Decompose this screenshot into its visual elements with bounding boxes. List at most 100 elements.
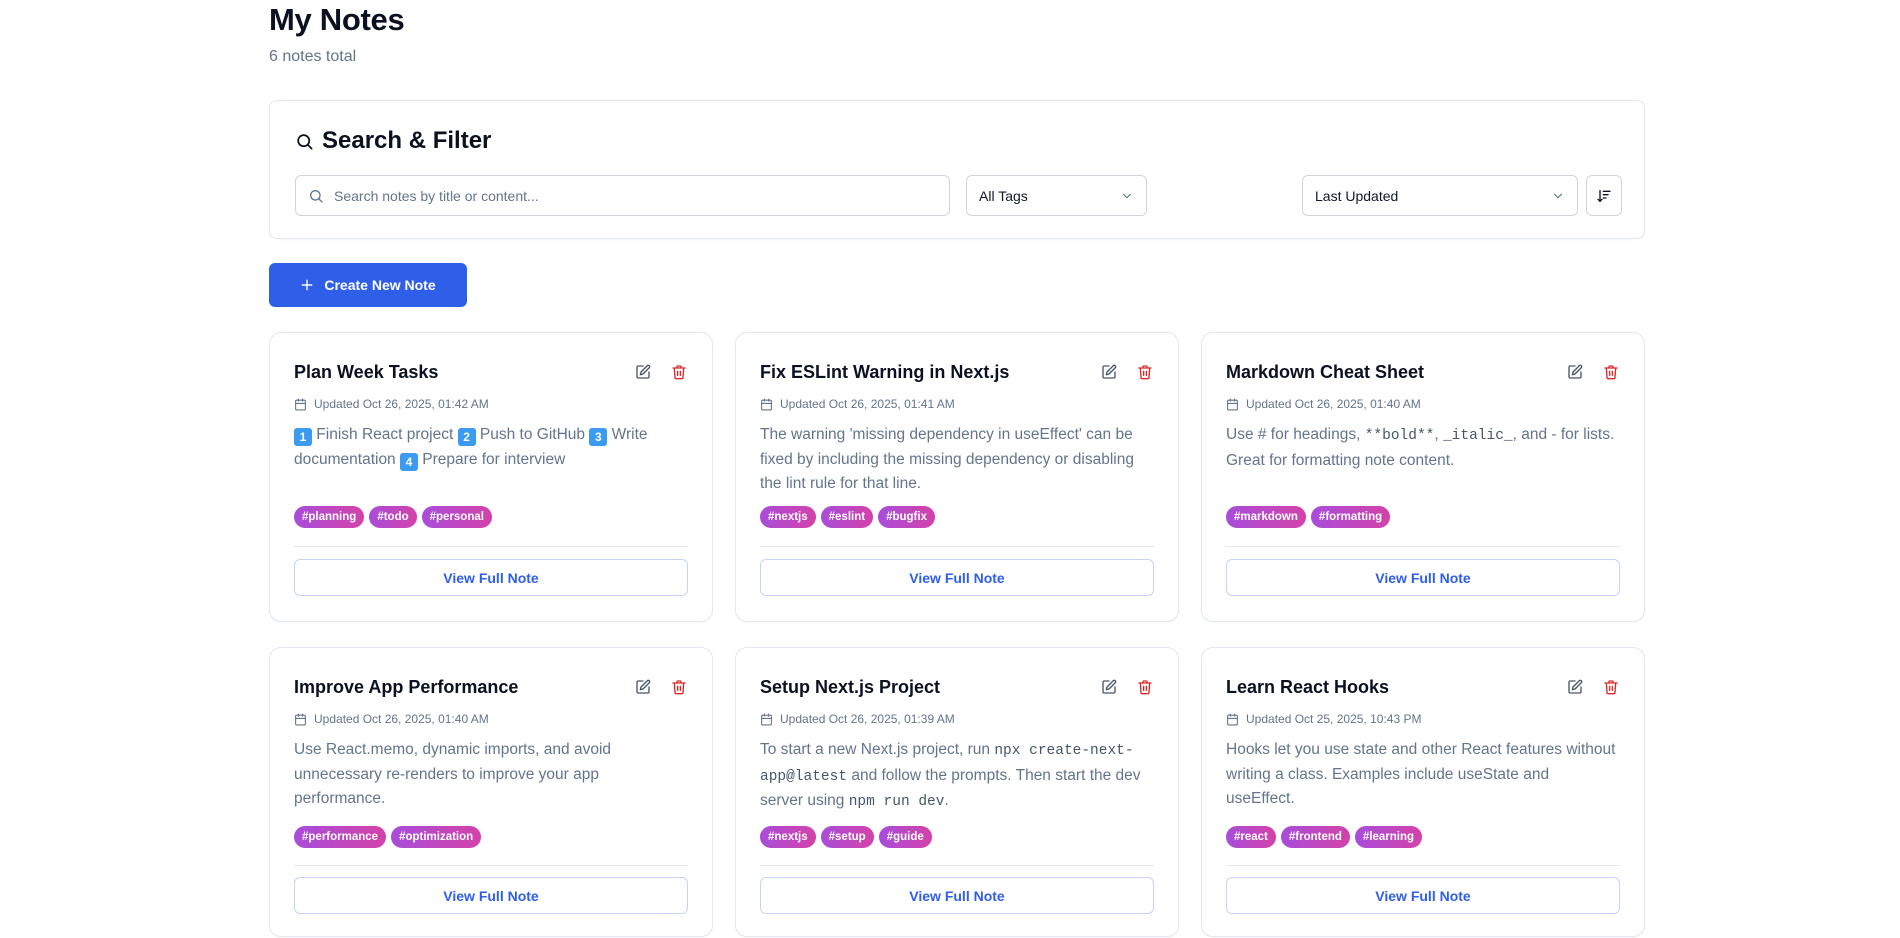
edit-icon[interactable] — [1100, 678, 1118, 696]
notes-grid: Plan Week Tasks Updated Oct 26, 2025, 01:… — [269, 332, 1645, 937]
tags-select[interactable]: All Tags — [966, 175, 1147, 216]
filter-heading: Search & Filter — [295, 126, 491, 156]
delete-icon[interactable] — [1136, 678, 1154, 696]
sort-select[interactable]: Last Updated — [1302, 175, 1578, 216]
delete-icon[interactable] — [670, 678, 688, 696]
number-emoji: 4 — [400, 452, 418, 471]
filter-title: Search & Filter — [322, 127, 492, 154]
note-updated: Updated Oct 26, 2025, 01:41 AM — [760, 397, 955, 411]
note-updated: Updated Oct 26, 2025, 01:40 AM — [294, 712, 489, 726]
delete-icon[interactable] — [670, 363, 688, 381]
tag-badge[interactable]: #guide — [878, 826, 932, 848]
content-text: The warning 'missing dependency in useEf… — [760, 426, 1134, 492]
calendar-icon — [294, 398, 307, 411]
plus-icon — [300, 278, 314, 292]
delete-icon[interactable] — [1136, 363, 1154, 381]
tag-badge[interactable]: #todo — [369, 506, 417, 528]
calendar-icon — [760, 713, 773, 726]
view-full-note-button[interactable]: View Full Note — [760, 559, 1154, 596]
note-actions — [634, 678, 688, 696]
notes-count: 6 notes total — [269, 48, 357, 65]
inline-code: _italic_ — [1442, 428, 1513, 444]
note-actions — [1100, 678, 1154, 696]
note-updated: Updated Oct 25, 2025, 10:43 PM — [1226, 712, 1421, 726]
edit-icon[interactable] — [634, 363, 652, 381]
note-card[interactable]: Plan Week Tasks Updated Oct 26, 2025, 01:… — [269, 332, 713, 622]
divider — [294, 546, 688, 547]
content-text: Finish React project — [312, 426, 458, 443]
chevron-down-icon — [1120, 189, 1134, 203]
search-field[interactable] — [295, 175, 950, 216]
tag-badge[interactable]: #eslint — [820, 506, 874, 528]
content-text: . — [944, 792, 949, 809]
divider — [294, 865, 688, 866]
note-content: 1 Finish React project 2 Push to GitHub … — [294, 423, 689, 472]
edit-icon[interactable] — [1566, 678, 1584, 696]
note-actions — [1566, 363, 1620, 381]
note-card[interactable]: Learn React Hooks Updated Oct 25, 2025, 1… — [1201, 647, 1645, 937]
note-card[interactable]: Markdown Cheat Sheet Updated Oct 26, 2025… — [1201, 332, 1645, 622]
content-text: Push to GitHub — [475, 426, 590, 443]
note-updated-text: Updated Oct 26, 2025, 01:39 AM — [780, 712, 955, 726]
note-title: Learn React Hooks — [1226, 677, 1390, 697]
note-title: Improve App Performance — [294, 677, 519, 697]
view-full-note-button[interactable]: View Full Note — [294, 877, 688, 914]
note-title: Markdown Cheat Sheet — [1226, 362, 1425, 382]
tag-badge[interactable]: #bugfix — [878, 506, 935, 528]
note-content: The warning 'missing dependency in useEf… — [760, 423, 1155, 497]
tag-badge[interactable]: #performance — [294, 826, 387, 848]
note-title: Setup Next.js Project — [760, 677, 941, 697]
note-updated: Updated Oct 26, 2025, 01:42 AM — [294, 397, 489, 411]
edit-icon[interactable] — [1100, 363, 1118, 381]
note-card[interactable]: Fix ESLint Warning in Next.js Updated Oct… — [735, 332, 1179, 622]
tag-badge[interactable]: #markdown — [1226, 506, 1306, 528]
sort-select-value: Last Updated — [1315, 187, 1399, 204]
sort-descending-icon — [1596, 188, 1612, 204]
view-full-note-button[interactable]: View Full Note — [294, 559, 688, 596]
note-content: Use React.memo, dynamic imports, and avo… — [294, 738, 689, 812]
divider — [760, 546, 1154, 547]
view-full-note-button[interactable]: View Full Note — [760, 877, 1154, 914]
note-updated: Updated Oct 26, 2025, 01:39 AM — [760, 712, 955, 726]
divider — [1226, 865, 1620, 866]
edit-icon[interactable] — [634, 678, 652, 696]
create-note-button[interactable]: Create New Note — [269, 263, 467, 307]
tag-badge[interactable]: #react — [1226, 826, 1276, 848]
note-tags: #nextjs #eslint #bugfix — [760, 506, 935, 528]
search-input[interactable] — [334, 187, 934, 204]
content-text: Hooks let you use state and other React … — [1226, 741, 1616, 807]
note-actions — [1100, 363, 1154, 381]
search-icon — [308, 188, 324, 204]
note-content: Use # for headings, **bold**, _italic_, … — [1226, 423, 1621, 473]
divider — [1226, 546, 1620, 547]
divider — [760, 865, 1154, 866]
tag-badge[interactable]: #planning — [294, 506, 365, 528]
edit-icon[interactable] — [1566, 363, 1584, 381]
delete-icon[interactable] — [1602, 363, 1620, 381]
chevron-down-icon — [1551, 189, 1565, 203]
note-updated-text: Updated Oct 25, 2025, 10:43 PM — [1246, 712, 1422, 726]
sort-direction-button[interactable] — [1586, 175, 1622, 216]
search-filter-panel: Search & Filter All Tags Last Updated — [269, 100, 1645, 239]
tag-badge[interactable]: #setup — [820, 826, 874, 848]
note-tags: #markdown #formatting — [1226, 506, 1391, 528]
tag-badge[interactable]: #optimization — [391, 826, 482, 848]
content-text: Use # for headings, — [1226, 426, 1365, 443]
content-text: Prepare for interview — [418, 450, 566, 468]
content-text: To start a new Next.js project, run — [760, 741, 995, 758]
tag-badge[interactable]: #personal — [421, 506, 492, 528]
note-tags: #react #frontend #learning — [1226, 826, 1423, 848]
tag-badge[interactable]: #frontend — [1280, 826, 1350, 848]
tag-badge[interactable]: #nextjs — [760, 826, 816, 848]
tag-badge[interactable]: #learning — [1354, 826, 1423, 848]
tag-badge[interactable]: #formatting — [1310, 506, 1391, 528]
tag-badge[interactable]: #nextjs — [760, 506, 816, 528]
view-full-note-button[interactable]: View Full Note — [1226, 559, 1620, 596]
delete-icon[interactable] — [1602, 678, 1620, 696]
page-title: My Notes — [269, 2, 405, 37]
note-card[interactable]: Setup Next.js Project Updated Oct 26, 202… — [735, 647, 1179, 937]
note-card[interactable]: Improve App Performance Updated Oct 26, 2… — [269, 647, 713, 937]
content-text: Use React.memo, dynamic imports, and avo… — [294, 741, 612, 807]
note-content: Hooks let you use state and other React … — [1226, 738, 1621, 812]
view-full-note-button[interactable]: View Full Note — [1226, 877, 1620, 914]
